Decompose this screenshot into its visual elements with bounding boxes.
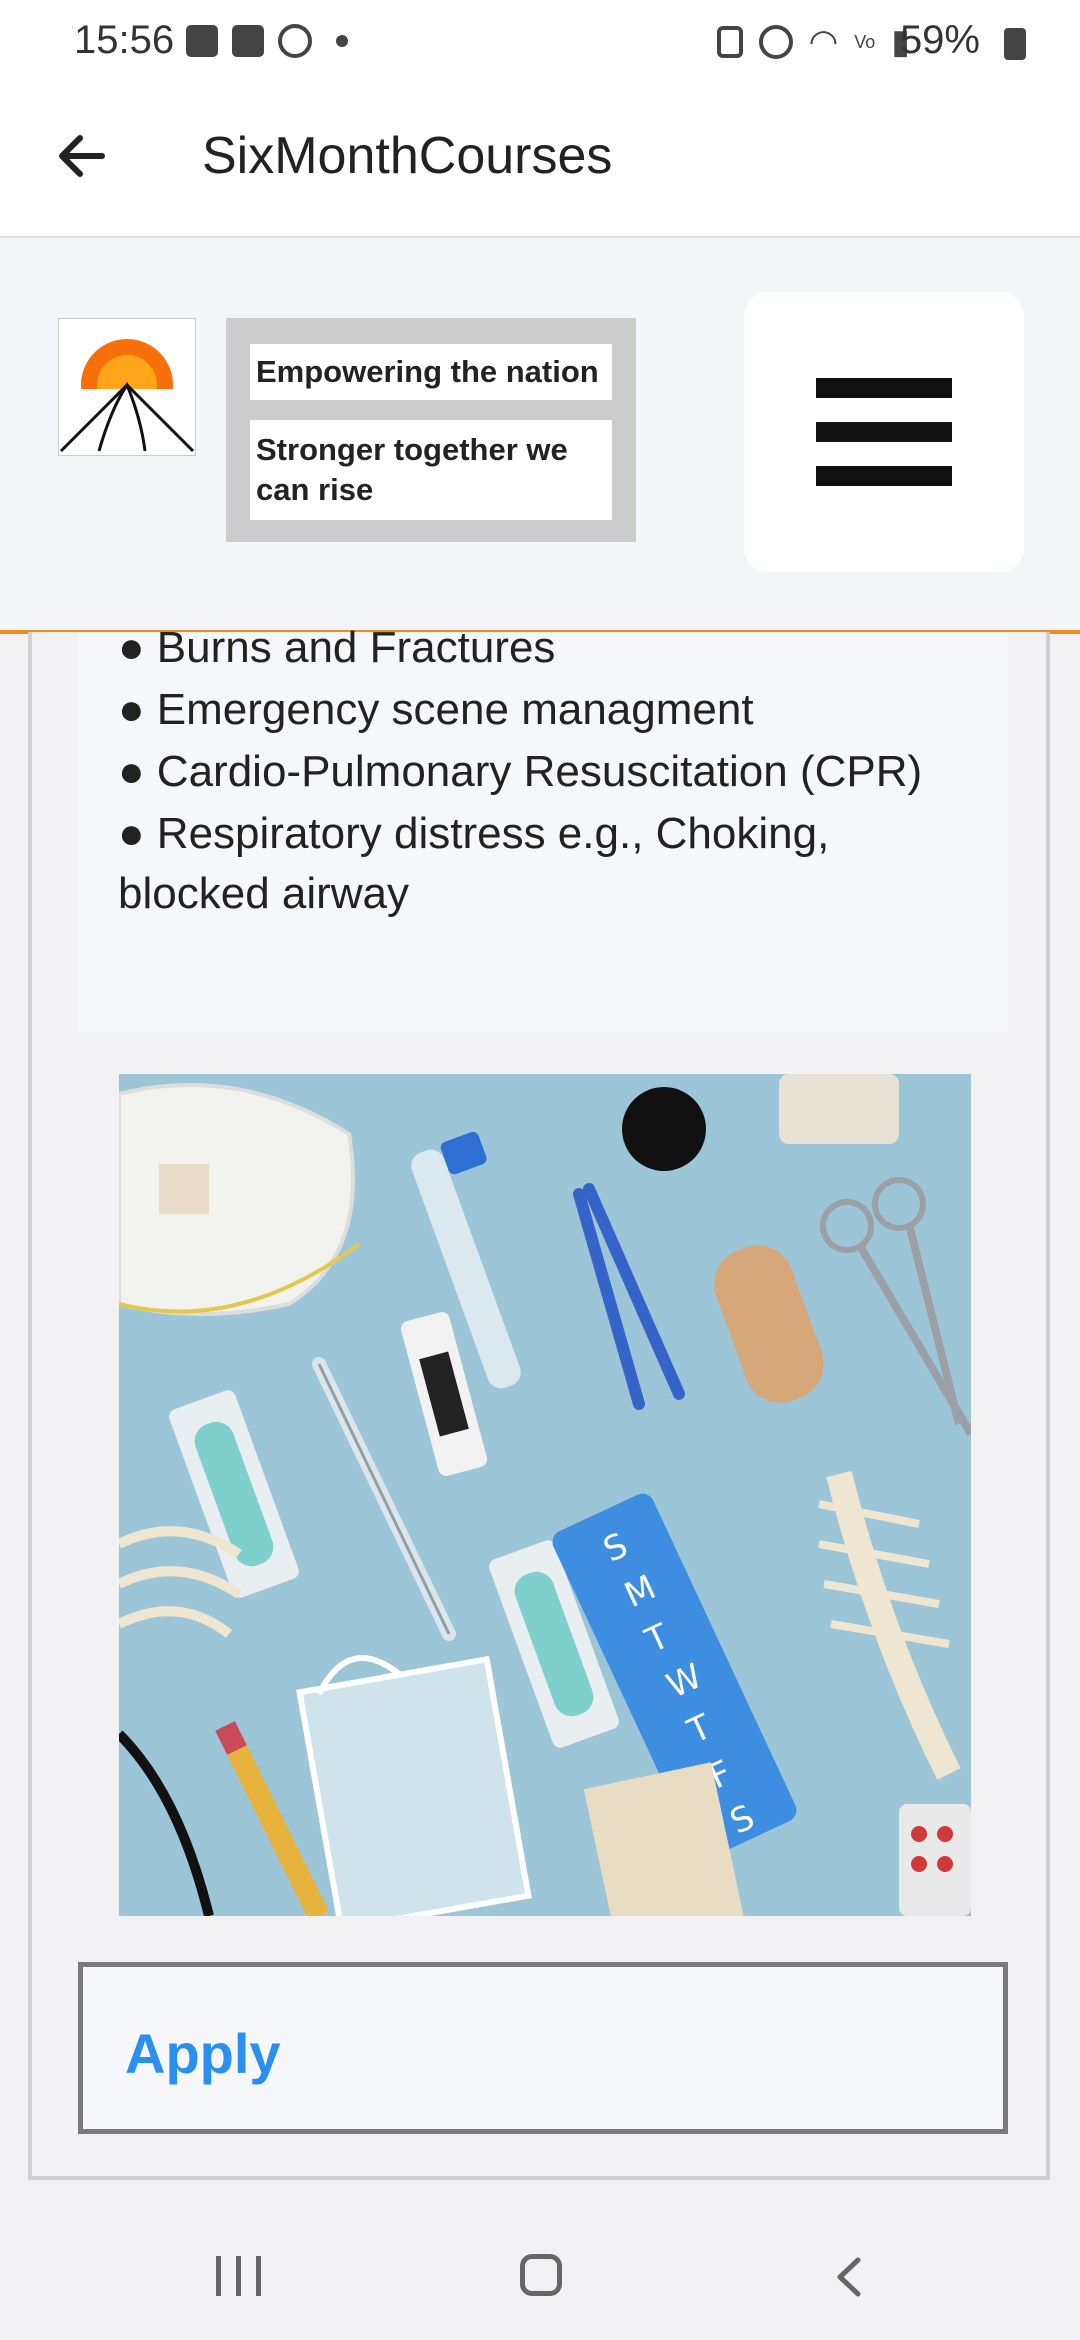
tagline-box: Empowering the nation Stronger together … [226,318,636,542]
dot-icon [336,35,348,47]
hamburger-menu-icon[interactable] [744,292,1024,572]
status-icons-right: ◠ Vo ▮ [716,22,910,62]
wifi-icon: ◠ [808,23,839,61]
battery-icon [1004,28,1026,60]
status-icons-left [186,24,348,58]
site-header: Empowering the nation Stronger together … [0,238,1080,634]
gallery-icon [186,25,218,57]
sunrise-logo-icon [59,339,195,459]
tagline-1: Empowering the nation [250,344,612,400]
status-time: 15:56 [74,18,175,62]
course-card: ● Burns and Fractures ● Emergency scene … [28,623,1050,2180]
recent-apps-icon[interactable] [216,2256,262,2296]
whatsapp-icon [278,24,312,58]
status-bar: 15:56 ◠ Vo ▮ 59% [0,0,1080,86]
first-aid-supplies-image: S M T W T F S [119,1074,971,1916]
app-bar: SixMonthCourses [0,86,1080,238]
apply-label: Apply [125,2022,281,2085]
app-title: SixMonthCourses [202,127,613,185]
checkbox-icon [232,25,264,57]
list-item: ● Emergency scene managment [118,685,754,734]
back-icon[interactable] [828,2254,874,2300]
tagline-2: Stronger together we can rise [250,420,612,520]
battery-saver-icon [716,26,743,58]
list-item: ● Cardio-Pulmonary Resuscitation (CPR) [118,747,923,796]
apply-button[interactable]: Apply [78,1962,1008,2134]
home-icon[interactable] [520,2254,562,2296]
topic-list: ● Burns and Fractures ● Emergency scene … [118,618,978,926]
battery-percent: 59% [899,18,980,62]
course-topics: ● Burns and Fractures ● Emergency scene … [78,623,1008,1032]
list-item: ● Burns and Fractures [118,623,556,672]
arrow-left-icon[interactable] [50,126,110,186]
volte-icon: Vo [854,31,876,52]
list-item: ● Respiratory distress e.g., Choking, bl… [118,809,830,918]
alarm-icon [758,25,793,59]
site-logo[interactable] [58,318,196,459]
system-nav-bar [0,2200,1080,2340]
